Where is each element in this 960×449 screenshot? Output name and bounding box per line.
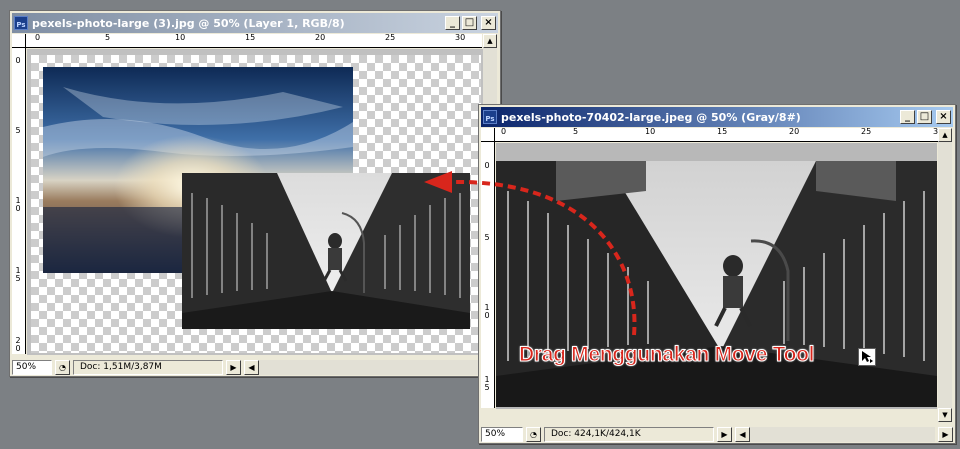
ruler-label: 5 [105, 34, 111, 42]
ruler-vertical[interactable]: 0 5 1 0 1 5 [481, 142, 495, 408]
canvas-area[interactable] [496, 143, 937, 409]
ruler-label: 30 [455, 34, 466, 42]
photoshop-icon: Ps [14, 16, 28, 30]
drag-instruction-label: Drag Menggunakan Move Tool [518, 343, 815, 367]
ruler-label: 15 [717, 128, 728, 136]
ruler-origin[interactable] [12, 34, 26, 48]
ruler-label: 0 [484, 161, 490, 170]
window-2-title: pexels-photo-70402-large.jpeg @ 50% (Gra… [501, 110, 801, 124]
status-bar: 50% ◔ Doc: 424,1K/424,1K ▶ ◀ ▶ [481, 425, 953, 443]
doc-size: Doc: 1,51M/3,87M [73, 359, 223, 375]
window-2-titlebar[interactable]: Ps pexels-photo-70402-large.jpeg @ 50% (… [481, 107, 953, 127]
scroll-up-icon[interactable]: ▲ [938, 128, 952, 142]
ruler-label: 25 [385, 34, 396, 42]
ruler-horizontal[interactable]: 0 5 10 15 20 25 30 [26, 34, 482, 48]
document-window-2[interactable]: Ps pexels-photo-70402-large.jpeg @ 50% (… [478, 104, 956, 444]
close-button[interactable]: × [481, 16, 496, 30]
scroll-left-icon[interactable]: ◀ [244, 359, 259, 375]
ruler-label: 1 5 [484, 375, 490, 393]
bridge-photo-layer[interactable] [182, 173, 470, 329]
bridge-photo[interactable] [496, 161, 937, 407]
close-button[interactable]: × [936, 110, 951, 124]
window-1-titlebar[interactable]: Ps pexels-photo-large (3).jpg @ 50% (Lay… [12, 13, 498, 33]
ruler-vertical[interactable]: 0 5 1 0 1 5 2 0 [12, 48, 26, 354]
ruler-label: 25 [861, 128, 872, 136]
ruler-label: 1 0 [15, 196, 21, 214]
move-tool-icon [858, 348, 876, 366]
status-arrow-icon[interactable]: ▶ [717, 426, 732, 442]
zoom-field[interactable]: 50% [481, 426, 523, 442]
ruler-label: 20 [789, 128, 800, 136]
ruler-label: 0 [35, 34, 41, 42]
scroll-down-icon[interactable]: ▼ [938, 408, 952, 422]
ruler-label: 10 [175, 34, 186, 42]
ruler-label: 20 [315, 34, 326, 42]
status-bar: 50% ◔ Doc: 1,51M/3,87M ▶ ◀ [12, 358, 498, 376]
status-arrow-icon[interactable]: ▶ [226, 359, 241, 375]
ruler-label: 0 [15, 56, 21, 65]
status-menu-icon[interactable]: ◔ [526, 426, 541, 442]
maximize-button[interactable]: □ [462, 16, 477, 30]
ruler-label: 10 [645, 128, 656, 136]
ruler-label: 5 [15, 126, 21, 135]
ruler-label: 1 0 [484, 303, 490, 321]
window-1-title: pexels-photo-large (3).jpg @ 50% (Layer … [32, 16, 345, 30]
canvas-area[interactable] [27, 49, 483, 355]
horizontal-scrollbar[interactable] [259, 359, 498, 375]
scroll-left-icon[interactable]: ◀ [735, 426, 750, 442]
minimize-button[interactable]: _ [900, 110, 915, 124]
minimize-button[interactable]: _ [445, 16, 460, 30]
vertical-scrollbar[interactable]: ▲ ▼ [938, 128, 952, 422]
scroll-right-icon[interactable]: ▶ [938, 426, 953, 442]
document-window-1[interactable]: Ps pexels-photo-large (3).jpg @ 50% (Lay… [9, 10, 501, 377]
status-menu-icon[interactable]: ◔ [55, 359, 70, 375]
ruler-label: 5 [573, 128, 579, 136]
ruler-label: 5 [484, 233, 490, 242]
ruler-label: 15 [245, 34, 256, 42]
doc-size: Doc: 424,1K/424,1K [544, 426, 714, 442]
photoshop-icon: Ps [483, 110, 497, 124]
ruler-label: 2 0 [15, 336, 21, 354]
ruler-origin[interactable] [481, 128, 495, 142]
zoom-field[interactable]: 50% [12, 359, 52, 375]
ruler-label: 1 5 [15, 266, 21, 284]
ruler-horizontal[interactable]: 0 5 10 15 20 25 30 [495, 128, 939, 142]
maximize-button[interactable]: □ [917, 110, 932, 124]
scroll-up-icon[interactable]: ▲ [483, 34, 497, 48]
horizontal-scrollbar[interactable] [750, 426, 935, 442]
ruler-label: 0 [501, 128, 507, 136]
